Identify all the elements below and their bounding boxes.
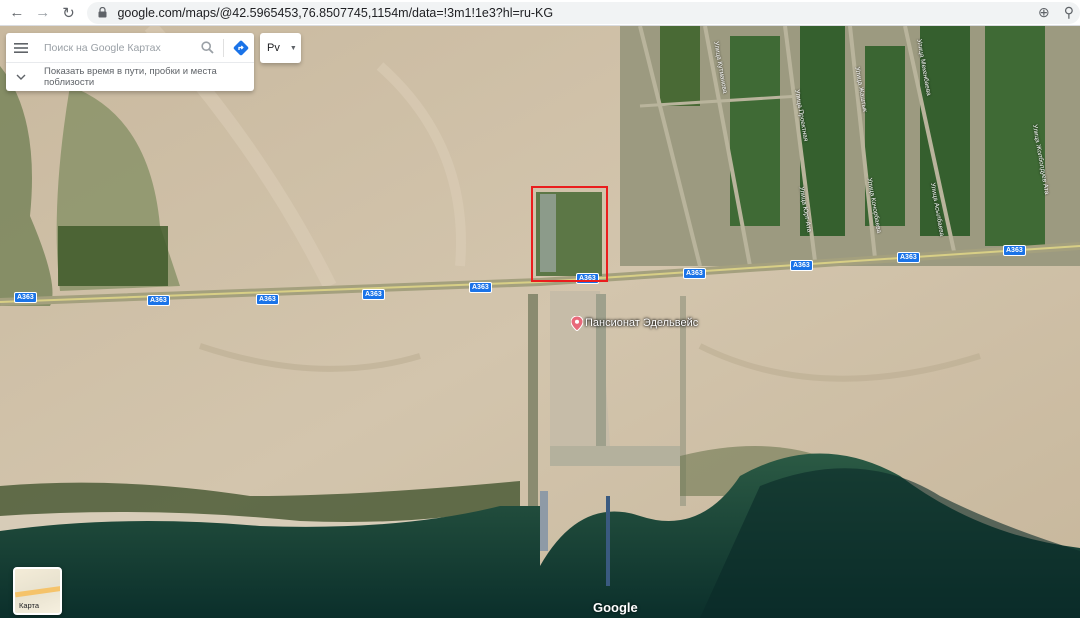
layer-switch-button[interactable]: Карта: [13, 567, 62, 615]
road-label: A363: [683, 268, 706, 279]
search-input[interactable]: [36, 33, 195, 62]
satellite-map[interactable]: A363 A363 A363 A363 A363 A363 A363 A363 …: [0, 26, 1080, 618]
place-pin-icon[interactable]: [570, 315, 584, 332]
language-label: Рv: [267, 42, 280, 54]
url-text: google.com/maps/@42.5965453,76.8507745,1…: [117, 5, 554, 20]
hint-text: Показать время в пути, пробки и места по…: [44, 65, 217, 88]
add-bookmark-icon[interactable]: ⊕: [1038, 4, 1050, 21]
road-label: A363: [362, 289, 385, 300]
caret-down-icon: ▼: [289, 44, 297, 52]
google-logo: Google: [593, 600, 638, 615]
place-label[interactable]: Пансионат Эдельвейс: [585, 317, 698, 329]
road-label: A363: [1003, 245, 1026, 256]
road-label: A363: [897, 252, 920, 263]
travel-time-hint[interactable]: Показать время в пути, пробки и места по…: [6, 63, 254, 90]
divider: [223, 38, 224, 57]
search-card: Показать время в пути, пробки и места по…: [6, 33, 254, 91]
zoom-icon[interactable]: ⚲: [1064, 4, 1074, 21]
road-label: A363: [790, 260, 813, 271]
road-label: A363: [14, 292, 37, 303]
road-label: A363: [469, 282, 492, 293]
menu-icon[interactable]: [6, 33, 36, 63]
reload-icon[interactable]: ↻: [56, 0, 82, 26]
highlight-rectangle: [531, 186, 608, 282]
browser-toolbar: ← → ↻ google.com/maps/@42.5965453,76.850…: [0, 0, 1080, 26]
search-icon[interactable]: [195, 34, 219, 62]
layer-label: Карта: [19, 601, 40, 610]
language-button[interactable]: Рv ▼: [260, 33, 301, 63]
forward-arrow-icon[interactable]: →: [30, 0, 56, 26]
map-thumbnail-road: [15, 585, 60, 598]
address-bar[interactable]: google.com/maps/@42.5965453,76.8507745,1…: [87, 1, 1080, 24]
back-arrow-icon[interactable]: ←: [4, 0, 30, 26]
satellite-imagery: [0, 26, 1080, 618]
directions-icon[interactable]: [228, 34, 254, 62]
chevron-down-icon: [6, 74, 36, 80]
road-label: A363: [147, 295, 170, 306]
lock-icon: [95, 6, 109, 20]
road-label: A363: [256, 294, 279, 305]
